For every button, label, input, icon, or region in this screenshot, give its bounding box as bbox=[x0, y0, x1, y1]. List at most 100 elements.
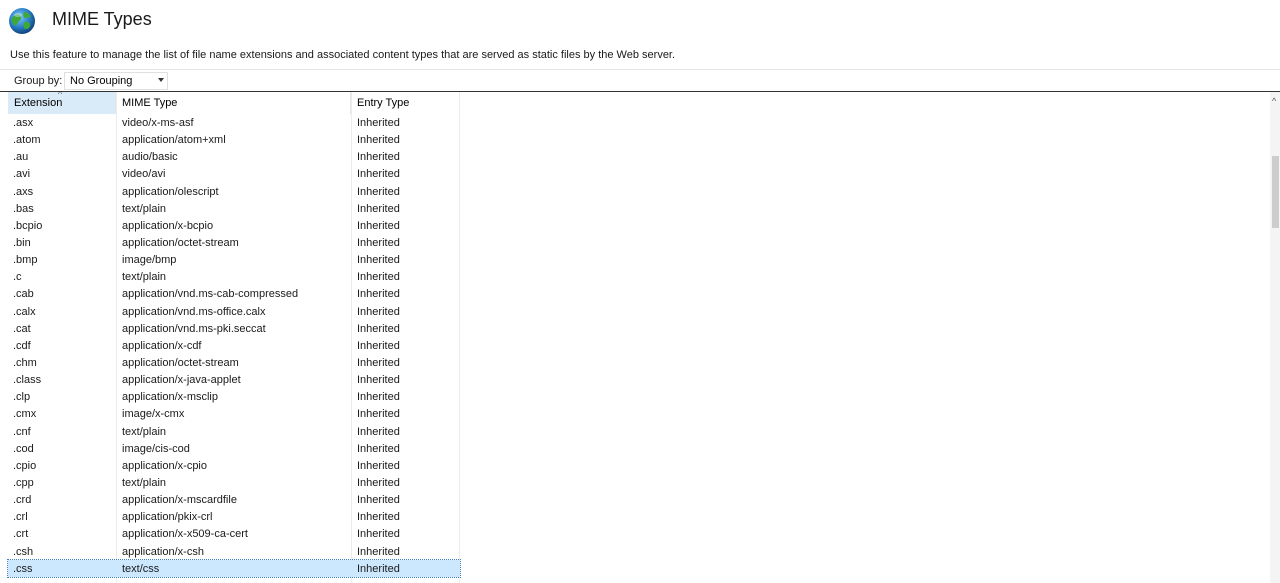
table-row[interactable]: .crd application/x-mscardfile Inherited bbox=[8, 491, 460, 508]
table-row[interactable]: .bin application/octet-stream Inherited bbox=[8, 234, 460, 251]
table-row[interactable]: .cpio application/x-cpio Inherited bbox=[8, 457, 460, 474]
column-header-extension[interactable]: ^ Extension bbox=[8, 92, 116, 114]
table-row[interactable]: .chm application/octet-stream Inherited bbox=[8, 354, 460, 371]
cell-ext: .atom bbox=[13, 134, 41, 147]
cell-mime: text/plain bbox=[122, 476, 167, 489]
column-header-extension-label: Extension bbox=[14, 97, 63, 109]
cell-entry: Inherited bbox=[357, 271, 400, 284]
column-header-entry-type[interactable]: Entry Type bbox=[351, 92, 460, 114]
cell-entry: Inherited bbox=[357, 425, 400, 438]
cell-entry: Inherited bbox=[357, 151, 400, 164]
table-row[interactable]: .cnf text/plain Inherited bbox=[8, 423, 460, 440]
cell-entry: Inherited bbox=[357, 442, 400, 455]
cell-entry: Inherited bbox=[357, 511, 400, 524]
cell-mime: image/bmp bbox=[122, 254, 177, 267]
cell-entry: Inherited bbox=[357, 459, 400, 472]
cell-entry: Inherited bbox=[357, 305, 400, 318]
table-row[interactable]: .crl application/pkix-crl Inherited bbox=[8, 508, 460, 525]
cell-mime: application/x-java-applet bbox=[122, 374, 241, 387]
cell-ext: .cpio bbox=[13, 459, 37, 472]
table-row[interactable]: .bmp image/bmp Inherited bbox=[8, 251, 460, 268]
table-row[interactable]: .cod image/cis-cod Inherited bbox=[8, 440, 460, 457]
list-rows: .asx video/x-ms-asf Inherited .atom applicat… bbox=[7, 114, 461, 578]
cell-mime: application/x-msclip bbox=[122, 391, 218, 404]
vertical-scrollbar[interactable]: ^ bbox=[1270, 92, 1280, 583]
cell-mime: application/octet-stream bbox=[122, 356, 239, 369]
cell-ext: .crl bbox=[13, 511, 28, 524]
cell-entry: Inherited bbox=[357, 185, 400, 198]
page-title: MIME Types bbox=[52, 9, 152, 29]
cell-mime: application/vnd.ms-office.calx bbox=[122, 305, 266, 318]
cell-mime: application/octet-stream bbox=[122, 236, 239, 249]
table-row[interactable]: .csh application/x-csh Inherited bbox=[8, 543, 460, 560]
column-header-entry-type-label: Entry Type bbox=[357, 97, 410, 109]
cell-entry: Inherited bbox=[357, 117, 400, 129]
cell-ext: .avi bbox=[13, 168, 31, 181]
cell-mime: text/css bbox=[122, 562, 160, 575]
mime-types-page: MIME Types Use this feature to manage th… bbox=[0, 0, 1280, 583]
table-row[interactable]: .cmx image/x-cmx Inherited bbox=[8, 405, 460, 422]
table-row[interactable]: .class application/x-java-applet Inherited bbox=[8, 371, 460, 388]
table-row[interactable]: .cat application/vnd.ms-pki.seccat Inherit… bbox=[8, 320, 460, 337]
cell-ext: .class bbox=[13, 374, 42, 387]
cell-mime: application/x-x509-ca-cert bbox=[122, 528, 248, 541]
cell-mime: application/x-cpio bbox=[122, 459, 207, 472]
list-header: ^ Extension MIME Type Entry Type bbox=[8, 92, 460, 114]
chevron-down-icon bbox=[158, 78, 164, 82]
cell-ext: .cmx bbox=[13, 408, 37, 421]
cell-ext: .cdf bbox=[13, 339, 31, 352]
cell-entry: Inherited bbox=[357, 374, 400, 387]
group-by-dropdown[interactable]: No Grouping bbox=[64, 72, 168, 90]
cell-ext: .axs bbox=[13, 185, 34, 198]
table-row[interactable]: .clp application/x-msclip Inherited bbox=[8, 388, 460, 405]
cell-mime: image/cis-cod bbox=[122, 442, 190, 455]
cell-mime: application/atom+xml bbox=[122, 134, 226, 147]
scroll-up-icon[interactable]: ^ bbox=[1272, 96, 1276, 106]
table-row[interactable]: .cpp text/plain Inherited bbox=[8, 474, 460, 491]
sort-ascending-icon: ^ bbox=[58, 91, 63, 99]
table-row[interactable]: .css text/css Inherited bbox=[7, 558, 461, 578]
cell-ext: .crt bbox=[13, 528, 29, 541]
group-by-value: No Grouping bbox=[70, 75, 133, 87]
cell-entry: Inherited bbox=[357, 339, 400, 352]
cell-ext: .css bbox=[13, 562, 33, 575]
cell-mime: text/plain bbox=[122, 425, 167, 438]
cell-mime: audio/basic bbox=[122, 151, 178, 164]
cell-entry: Inherited bbox=[357, 288, 400, 301]
scrollbar-thumb[interactable] bbox=[1272, 156, 1279, 228]
cell-entry: Inherited bbox=[357, 168, 400, 181]
table-row[interactable]: .asx video/x-ms-asf Inherited bbox=[8, 114, 460, 131]
table-row[interactable]: .crt application/x-x509-ca-cert Inherited bbox=[8, 525, 460, 542]
cell-entry: Inherited bbox=[357, 494, 400, 507]
cell-ext: .clp bbox=[13, 391, 31, 404]
cell-mime: video/x-ms-asf bbox=[122, 117, 194, 129]
page-description: Use this feature to manage the list of f… bbox=[10, 49, 676, 61]
table-row[interactable]: .cab application/vnd.ms-cab-compressed Inh… bbox=[8, 285, 460, 302]
cell-ext: .cab bbox=[13, 288, 34, 301]
table-row[interactable]: .bcpio application/x-bcpio Inherited bbox=[8, 217, 460, 234]
column-header-mime-type[interactable]: MIME Type bbox=[116, 92, 351, 114]
table-row[interactable]: .avi video/avi Inherited bbox=[8, 165, 460, 182]
table-row[interactable]: .bas text/plain Inherited bbox=[8, 200, 460, 217]
cell-entry: Inherited bbox=[357, 528, 400, 541]
table-row[interactable]: .atom application/atom+xml Inherited bbox=[8, 131, 460, 148]
cell-ext: .cpp bbox=[13, 476, 34, 489]
cell-mime: application/vnd.ms-pki.seccat bbox=[122, 322, 266, 335]
cell-mime: text/plain bbox=[122, 202, 167, 215]
cell-entry: Inherited bbox=[357, 391, 400, 404]
cell-ext: .crd bbox=[13, 494, 32, 507]
table-row[interactable]: .cdf application/x-cdf Inherited bbox=[8, 337, 460, 354]
table-row[interactable]: .calx application/vnd.ms-office.calx Inher… bbox=[8, 303, 460, 320]
table-row[interactable]: .au audio/basic Inherited bbox=[8, 148, 460, 165]
cell-entry: Inherited bbox=[357, 254, 400, 267]
cell-entry: Inherited bbox=[357, 408, 400, 421]
cell-mime: text/plain bbox=[122, 271, 167, 284]
cell-ext: .bin bbox=[13, 236, 31, 249]
cell-mime: application/vnd.ms-cab-compressed bbox=[122, 288, 299, 301]
table-row[interactable]: .axs application/olescript Inherited bbox=[8, 183, 460, 200]
cell-ext: .c bbox=[13, 271, 22, 284]
cell-ext: .cat bbox=[13, 322, 31, 335]
cell-ext: .chm bbox=[13, 356, 37, 369]
table-row[interactable]: .c text/plain Inherited bbox=[8, 268, 460, 285]
cell-entry: Inherited bbox=[357, 322, 400, 335]
